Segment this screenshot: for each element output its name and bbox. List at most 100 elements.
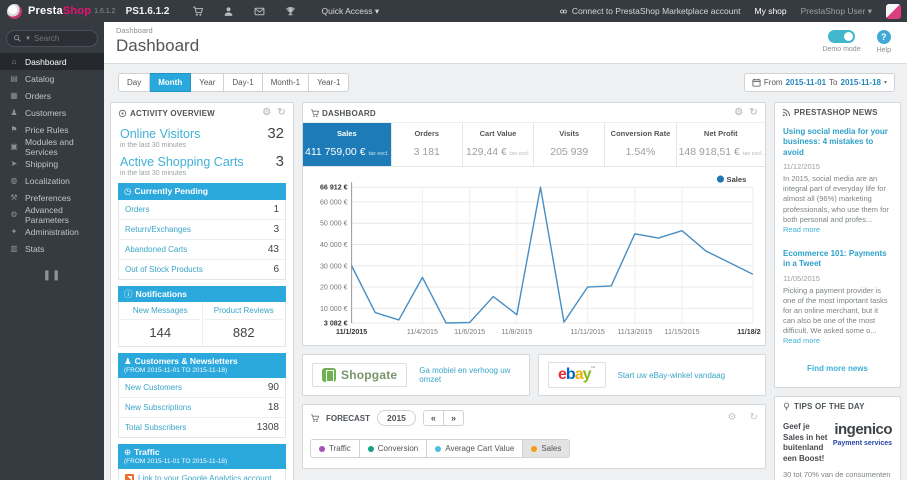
dashboard-icon: ⌂ xyxy=(11,57,17,66)
panel-settings-icon[interactable]: ⚙ xyxy=(734,108,743,118)
tips-panel-title: TIPS OF THE DAY xyxy=(794,402,865,412)
active-carts-link[interactable]: Active Shopping Carts xyxy=(120,155,244,169)
svg-text:11/8/2015: 11/8/2015 xyxy=(501,328,532,336)
news-article: Ecommerce 101: Payments in a Tweet 11/05… xyxy=(775,243,900,355)
svg-text:11/1/2015: 11/1/2015 xyxy=(336,328,367,336)
svg-text:11/13/2015: 11/13/2015 xyxy=(617,328,652,336)
search-scope-caret-icon[interactable]: ▼ xyxy=(25,36,31,42)
sidebar-item-localization[interactable]: ◍ Localization xyxy=(0,172,104,189)
sidebar-item-advanced-parameters[interactable]: ⚙ Advanced Parameters xyxy=(0,205,104,225)
customers-date-range: (FROM 2015-11-01 TO 2015-11-18) xyxy=(124,366,228,374)
shopgate-logo: Shopgate xyxy=(312,363,408,388)
news-article-date: 11/12/2015 xyxy=(783,162,820,172)
marketplace-connect-link[interactable]: Connect to PrestaShop Marketplace accoun… xyxy=(559,6,741,16)
prestashop-news-panel: PRESTASHOP NEWS Using social media for y… xyxy=(774,102,901,389)
range-day-1-button[interactable]: Day-1 xyxy=(224,73,263,92)
active-carts-value: 3 xyxy=(275,153,284,170)
search-input[interactable] xyxy=(33,34,90,43)
my-shop-link[interactable]: My shop xyxy=(755,6,787,16)
sidebar-item-customers[interactable]: ♟ Customers xyxy=(0,104,104,121)
ebay-link[interactable]: Start uw eBay-winkel vandaag xyxy=(618,371,726,380)
panel-refresh-icon[interactable]: ↻ xyxy=(749,108,758,118)
localization-icon: ◍ xyxy=(10,176,18,185)
range-day-button[interactable]: Day xyxy=(118,73,151,92)
panel-settings-icon[interactable]: ⚙ xyxy=(262,108,271,118)
demo-mode-label: Demo mode xyxy=(822,46,861,53)
main-content: Dashboard Dashboard Demo mode ? Help Day… xyxy=(104,22,907,480)
svg-text:20 000 €: 20 000 € xyxy=(320,284,348,292)
user-avatar[interactable] xyxy=(886,3,901,19)
read-more-link[interactable]: Read more xyxy=(783,336,820,345)
activity-overview-panel: ACTIVITY OVERVIEW ⚙ ↻ Online Visitors 32… xyxy=(110,102,294,480)
metric-sales-button[interactable]: Sales xyxy=(523,439,571,459)
google-analytics-icon xyxy=(125,473,134,480)
svg-text:11/4/2015: 11/4/2015 xyxy=(407,328,438,336)
shopgate-phone-icon xyxy=(322,368,336,383)
forecast-year[interactable]: 2015 xyxy=(377,410,416,427)
messages-icon[interactable] xyxy=(254,6,267,17)
news-article-title[interactable]: Using social media for your business: 4 … xyxy=(783,127,892,158)
kpi-visits[interactable]: Visits 205 939 xyxy=(533,123,604,166)
user-menu[interactable]: PrestaShop User ▾ xyxy=(801,6,872,17)
sidebar-item-catalog[interactable]: ▤ Catalog xyxy=(0,70,104,87)
sidebar-search[interactable]: ▼ xyxy=(6,30,98,47)
find-more-news-link[interactable]: Find more news xyxy=(775,354,900,387)
online-visitors-caption: in the last 30 minutes xyxy=(120,142,187,149)
date-filter-row: Day Month Year Day-1 Month-1 Year-1 From… xyxy=(104,64,907,94)
sidebar-item-preferences[interactable]: ⚒ Preferences xyxy=(0,189,104,206)
news-article-title[interactable]: Ecommerce 101: Payments in a Tweet xyxy=(783,249,892,270)
sidebar-item-stats[interactable]: ▥ Stats xyxy=(0,240,104,257)
kpi-sales[interactable]: Sales 411 759,00 € tax excl. xyxy=(303,123,391,166)
sidebar-menu: ⌂ Dashboard ▤ Catalog ▦ Orders ♟ Customers ⚑… xyxy=(0,53,104,257)
forecast-panel-title: FORECAST xyxy=(326,413,370,423)
conversion-dot-icon xyxy=(367,445,374,452)
kpi-net-profit[interactable]: Net Profit 148 918,51 € tax excl. xyxy=(675,123,765,166)
metric-traffic-button[interactable]: Traffic xyxy=(310,439,360,459)
help-label: Help xyxy=(876,47,891,54)
ingenico-logo: ingenico Payment services xyxy=(832,421,893,447)
help-button[interactable]: ? xyxy=(876,30,891,44)
metric-average-cart-value-button[interactable]: Average Cart Value xyxy=(427,439,524,459)
panel-refresh-icon[interactable]: ↻ xyxy=(750,413,758,423)
panel-refresh-icon[interactable]: ↻ xyxy=(277,108,286,118)
range-year-button[interactable]: Year xyxy=(191,73,225,92)
sidebar-item-orders[interactable]: ▦ Orders xyxy=(0,87,104,104)
google-analytics-link[interactable]: Link to your Google Analytics account xyxy=(138,474,271,480)
forecast-next-button[interactable]: » xyxy=(443,410,464,427)
forecast-prev-button[interactable]: « xyxy=(422,410,444,427)
tips-of-the-day-panel: TIPS OF THE DAY ingenico Payment service… xyxy=(774,396,901,480)
metric-conversion-button[interactable]: Conversion xyxy=(359,439,428,459)
online-visitors-link[interactable]: Online Visitors xyxy=(120,127,200,141)
read-more-link[interactable]: Read more xyxy=(783,225,820,234)
pending-row-out-of-stock: Out of Stock Products 6 xyxy=(125,263,279,275)
kpi-orders[interactable]: Orders 3 181 xyxy=(390,123,462,166)
trophy-icon[interactable] xyxy=(285,6,298,17)
average-cart-value-dot-icon xyxy=(435,445,442,452)
tip-content: ingenico Payment services Geef je Sales … xyxy=(775,415,900,480)
sidebar-item-dashboard[interactable]: ⌂ Dashboard xyxy=(0,53,104,70)
sidebar-item-modules[interactable]: ▣ Modules and Services xyxy=(0,137,104,157)
sidebar-collapse-icon[interactable]: ❚❚ xyxy=(0,270,104,281)
forecast-metric-buttons: Traffic Conversion Average Cart Value Sa… xyxy=(303,431,765,468)
quick-access-menu[interactable]: Quick Access ▾ xyxy=(321,6,379,17)
cart-icon[interactable] xyxy=(192,6,205,17)
prestashop-logo xyxy=(7,3,22,19)
kpi-conversion-rate[interactable]: Conversion Rate 1.54% xyxy=(604,123,675,166)
demo-mode-toggle[interactable] xyxy=(828,30,856,43)
customer-icon[interactable] xyxy=(223,6,236,17)
kpi-cart-value[interactable]: Cart Value 129,44 € tax excl. xyxy=(461,123,533,166)
sidebar-item-price-rules[interactable]: ⚑ Price Rules xyxy=(0,121,104,138)
info-icon: ⓘ xyxy=(124,288,133,299)
range-year-1-button[interactable]: Year-1 xyxy=(309,73,350,92)
date-range-picker[interactable]: From 2015-11-01 To 2015-11-18 ▾ xyxy=(743,73,895,92)
sidebar-item-shipping[interactable]: ➤ Shipping xyxy=(0,155,104,172)
news-article-date: 11/05/2015 xyxy=(783,273,820,283)
traffic-dot-icon xyxy=(319,445,325,452)
range-month-button[interactable]: Month xyxy=(150,73,192,92)
catalog-icon: ▤ xyxy=(10,74,18,83)
range-month-1-button[interactable]: Month-1 xyxy=(262,73,310,92)
sidebar-item-administration[interactable]: ✦ Administration xyxy=(0,223,104,240)
shopgate-link[interactable]: Ga mobiel en verhoog uw omzet xyxy=(419,366,520,384)
panel-settings-icon[interactable]: ⚙ xyxy=(728,413,737,423)
dashboard-cart-icon xyxy=(310,108,319,118)
